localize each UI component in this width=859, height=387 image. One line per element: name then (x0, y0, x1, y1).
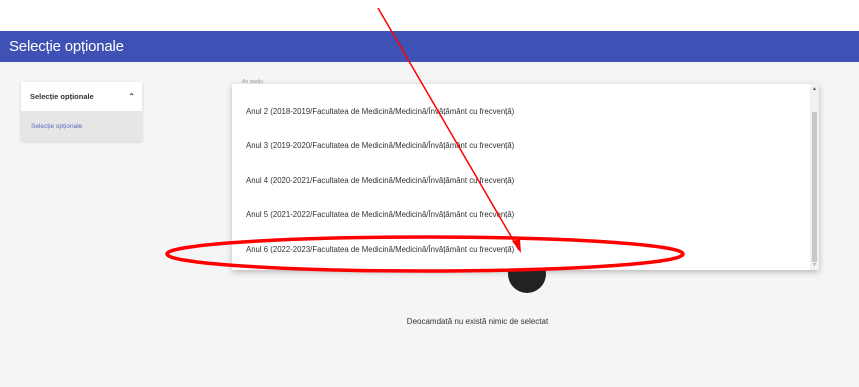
app-header: Selecție opționale (0, 31, 859, 62)
dropdown-option[interactable]: Anul 5 (2021-2022/Facultatea de Medicină… (232, 198, 819, 233)
dropdown-option[interactable]: Anul 4 (2020-2021/Facultatea de Medicină… (232, 163, 819, 198)
chevron-up-icon[interactable]: ⌃ (128, 92, 135, 101)
empty-state-text: Deocamdată nu există nimic de selectat (406, 317, 549, 326)
scroll-down-arrow-icon[interactable]: ▼ (812, 262, 817, 268)
page-title: Selecție opționale (9, 38, 124, 55)
dropdown-option[interactable]: Anul 2 (2018-2019/Facultatea de Medicină… (232, 94, 819, 129)
dropdown-option[interactable]: Anul 6 (2022-2023/Facultatea de Medicină… (232, 232, 819, 267)
sidebar: Selecție opționale ⌃ Selecție opționale (21, 82, 142, 141)
scroll-up-arrow-icon[interactable]: ▲ (812, 86, 817, 92)
sidebar-section-label: Selecție opționale (30, 92, 94, 101)
sidebar-item-label: Selecție opționale (31, 122, 83, 130)
sidebar-item-selectie-optionale[interactable]: Selecție opționale (21, 111, 142, 141)
sidebar-section-header[interactable]: Selecție opționale ⌃ (21, 82, 142, 111)
scroll-thumb[interactable] (812, 112, 817, 262)
dropdown-option[interactable]: Anul 3 (2019-2020/Facultatea de Medicină… (232, 129, 819, 164)
dropdown-scrollbar[interactable]: ▲ ▼ (810, 84, 819, 270)
year-dropdown-list[interactable]: Anul 2 (2018-2019/Facultatea de Medicină… (232, 84, 819, 270)
